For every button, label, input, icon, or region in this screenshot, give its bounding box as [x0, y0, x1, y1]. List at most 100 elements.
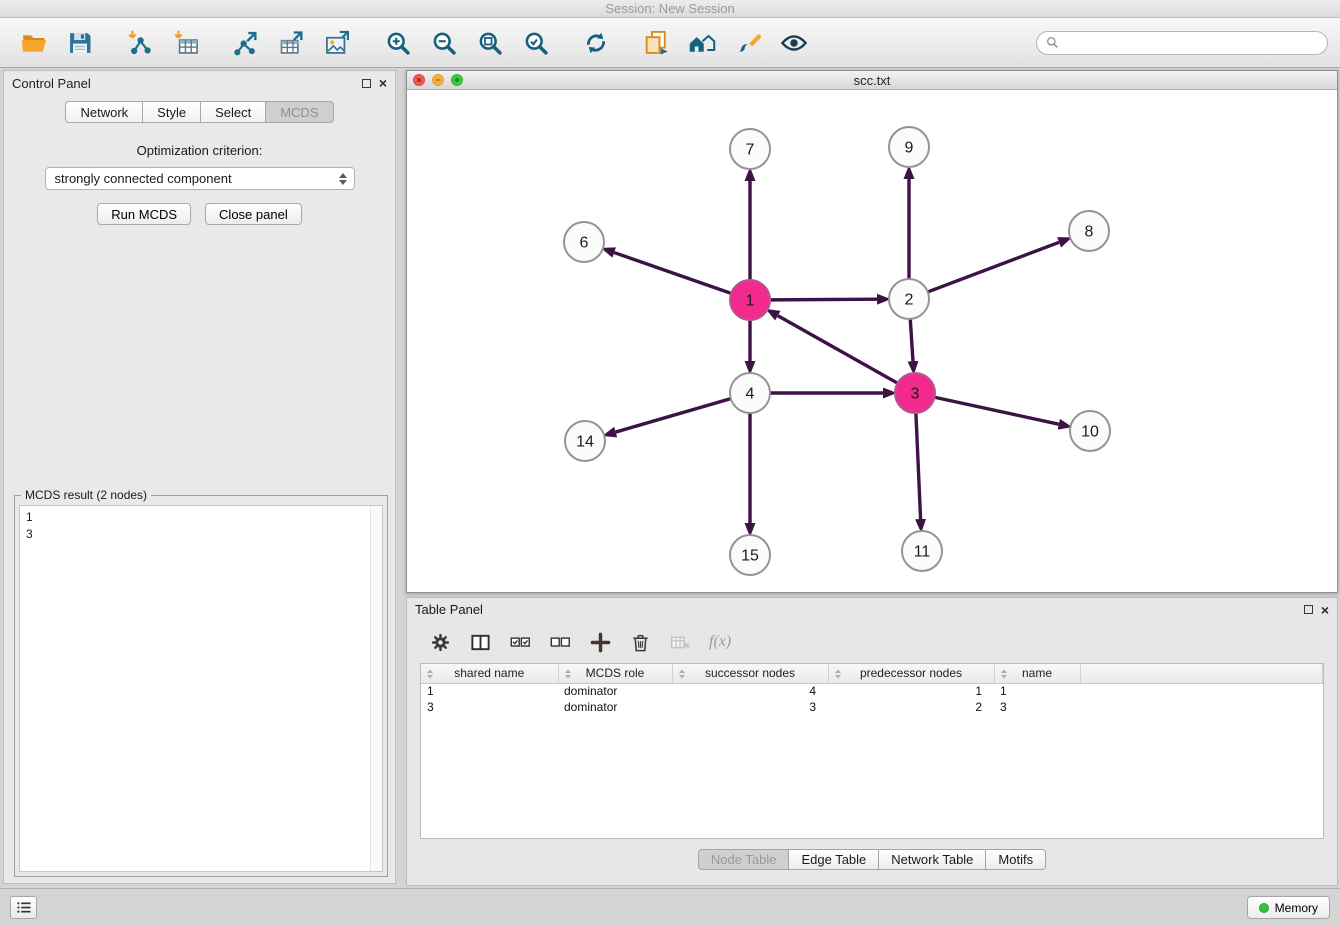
optimization-criterion-select[interactable]: strongly connected component — [45, 167, 355, 190]
network-window-title: scc.txt — [407, 73, 1337, 88]
graph-edge-4-14[interactable] — [616, 399, 731, 432]
new-network-button[interactable] — [224, 22, 268, 64]
float-table-panel-icon[interactable] — [1304, 605, 1313, 614]
graph-edge-2-3[interactable] — [910, 319, 913, 361]
show-hide-details-button[interactable] — [772, 22, 816, 64]
graph-edge-1-2[interactable] — [770, 299, 877, 300]
memory-button[interactable]: Memory — [1247, 896, 1330, 919]
node-table-container: shared name MCDS role successor nodes — [420, 663, 1324, 839]
graph-edge-3-11[interactable] — [916, 413, 921, 519]
float-panel-icon[interactable] — [362, 79, 371, 88]
tab-motifs[interactable]: Motifs — [986, 849, 1046, 870]
graph-node-14[interactable]: 14 — [565, 421, 605, 461]
trash-icon — [630, 632, 651, 653]
graph-edge-3-1[interactable] — [778, 316, 898, 383]
import-table-button[interactable] — [164, 22, 208, 64]
table-cell[interactable]: 4 — [672, 683, 828, 699]
column-header-mcds-role[interactable]: MCDS role — [558, 664, 672, 683]
new-table-button[interactable] — [270, 22, 314, 64]
graph-node-label: 8 — [1085, 224, 1094, 241]
tab-network[interactable]: Network — [65, 101, 143, 123]
zoom-in-button[interactable] — [376, 22, 420, 64]
graph-node-4[interactable]: 4 — [730, 373, 770, 413]
delete-rows-button[interactable] — [625, 627, 655, 657]
graph-edge-2-8[interactable] — [928, 242, 1059, 292]
export-image-button[interactable] — [316, 22, 360, 64]
network-graph-canvas[interactable]: 7 9 6 8 1 2 4 3 14 10 15 11 — [407, 90, 1337, 593]
graph-node-2[interactable]: 2 — [889, 279, 929, 319]
window-title: Session: New Session — [605, 1, 734, 16]
import-network-button[interactable] — [118, 22, 162, 64]
table-cell[interactable]: dominator — [558, 683, 672, 699]
close-panel-button[interactable]: Close panel — [205, 203, 302, 225]
table-cell[interactable]: 3 — [672, 699, 828, 715]
graph-node-6[interactable]: 6 — [564, 222, 604, 262]
open-session-button[interactable] — [12, 22, 56, 64]
memory-status-icon — [1259, 903, 1269, 913]
graph-node-label: 10 — [1081, 424, 1099, 441]
table-cell[interactable]: 1 — [994, 683, 1080, 699]
unselect-all-columns-button[interactable] — [545, 627, 575, 657]
network-view-window: scc.txt × − + 7 9 6 8 1 2 4 3 14 10 15 11 — [406, 70, 1338, 593]
duplicate-documents-icon — [642, 29, 670, 57]
table-cell[interactable]: 1 — [828, 683, 994, 699]
tab-style[interactable]: Style — [143, 101, 201, 123]
table-cell[interactable]: dominator — [558, 699, 672, 715]
tab-mcds[interactable]: MCDS — [266, 101, 333, 123]
open-folder-icon — [20, 29, 48, 57]
table-cell[interactable]: 2 — [828, 699, 994, 715]
tab-network-table[interactable]: Network Table — [879, 849, 986, 870]
table-cell[interactable]: 1 — [421, 683, 558, 699]
home-panel-button[interactable] — [680, 22, 724, 64]
graph-node-7[interactable]: 7 — [730, 129, 770, 169]
save-floppy-icon — [66, 29, 94, 57]
sort-icon — [833, 668, 843, 682]
graph-node-11[interactable]: 11 — [902, 531, 942, 571]
table-settings-button[interactable] — [425, 627, 455, 657]
table-cell[interactable]: 3 — [421, 699, 558, 715]
sort-icon — [425, 668, 435, 682]
graph-node-9[interactable]: 9 — [889, 127, 929, 167]
zoom-out-button[interactable] — [422, 22, 466, 64]
graph-node-15[interactable]: 15 — [730, 535, 770, 575]
run-mcds-button[interactable]: Run MCDS — [97, 203, 191, 225]
show-task-history-button[interactable] — [10, 896, 37, 919]
close-table-panel-icon[interactable]: × — [1321, 603, 1329, 617]
tab-node-table[interactable]: Node Table — [698, 849, 790, 870]
graph-node-10[interactable]: 10 — [1070, 411, 1110, 451]
show-columns-button[interactable] — [465, 627, 495, 657]
graph-edge-3-10[interactable] — [935, 397, 1059, 424]
table-row[interactable]: 1 dominator 4 1 1 — [421, 683, 1323, 699]
application-window: Session: New Session — [0, 0, 1340, 926]
create-column-button[interactable] — [585, 627, 615, 657]
column-header-predecessor-nodes[interactable]: predecessor nodes — [828, 664, 994, 683]
zoom-selected-button[interactable] — [514, 22, 558, 64]
maximize-window-icon[interactable]: + — [451, 74, 463, 86]
apply-style-button[interactable] — [726, 22, 770, 64]
select-all-columns-button[interactable] — [505, 627, 535, 657]
close-window-icon[interactable]: × — [413, 74, 425, 86]
table-cell[interactable]: 3 — [994, 699, 1080, 715]
apply-layout-button[interactable] — [574, 22, 618, 64]
tab-select[interactable]: Select — [201, 101, 266, 123]
table-row[interactable]: 3 dominator 3 2 3 — [421, 699, 1323, 715]
graph-edge-1-6[interactable] — [614, 253, 731, 294]
result-scrollbar[interactable] — [370, 506, 382, 871]
optimization-criterion-value: strongly connected component — [55, 171, 232, 186]
tab-edge-table[interactable]: Edge Table — [789, 849, 879, 870]
graph-node-1[interactable]: 1 — [730, 280, 770, 320]
zoom-fit-button[interactable] — [468, 22, 512, 64]
close-panel-icon[interactable]: × — [379, 76, 387, 90]
network-window-titlebar: scc.txt × − + — [407, 71, 1337, 90]
graph-node-8[interactable]: 8 — [1069, 211, 1109, 251]
column-header-shared-name[interactable]: shared name — [421, 664, 558, 683]
search-input[interactable] — [1064, 36, 1318, 50]
minimize-window-icon[interactable]: − — [432, 74, 444, 86]
control-panel: Control Panel × Network Style Select MCD… — [3, 70, 396, 884]
column-header-name[interactable]: name — [994, 664, 1080, 683]
duplicate-network-button[interactable] — [634, 22, 678, 64]
sort-icon — [999, 668, 1009, 682]
column-header-successor-nodes[interactable]: successor nodes — [672, 664, 828, 683]
save-session-button[interactable] — [58, 22, 102, 64]
graph-node-3[interactable]: 3 — [895, 373, 935, 413]
